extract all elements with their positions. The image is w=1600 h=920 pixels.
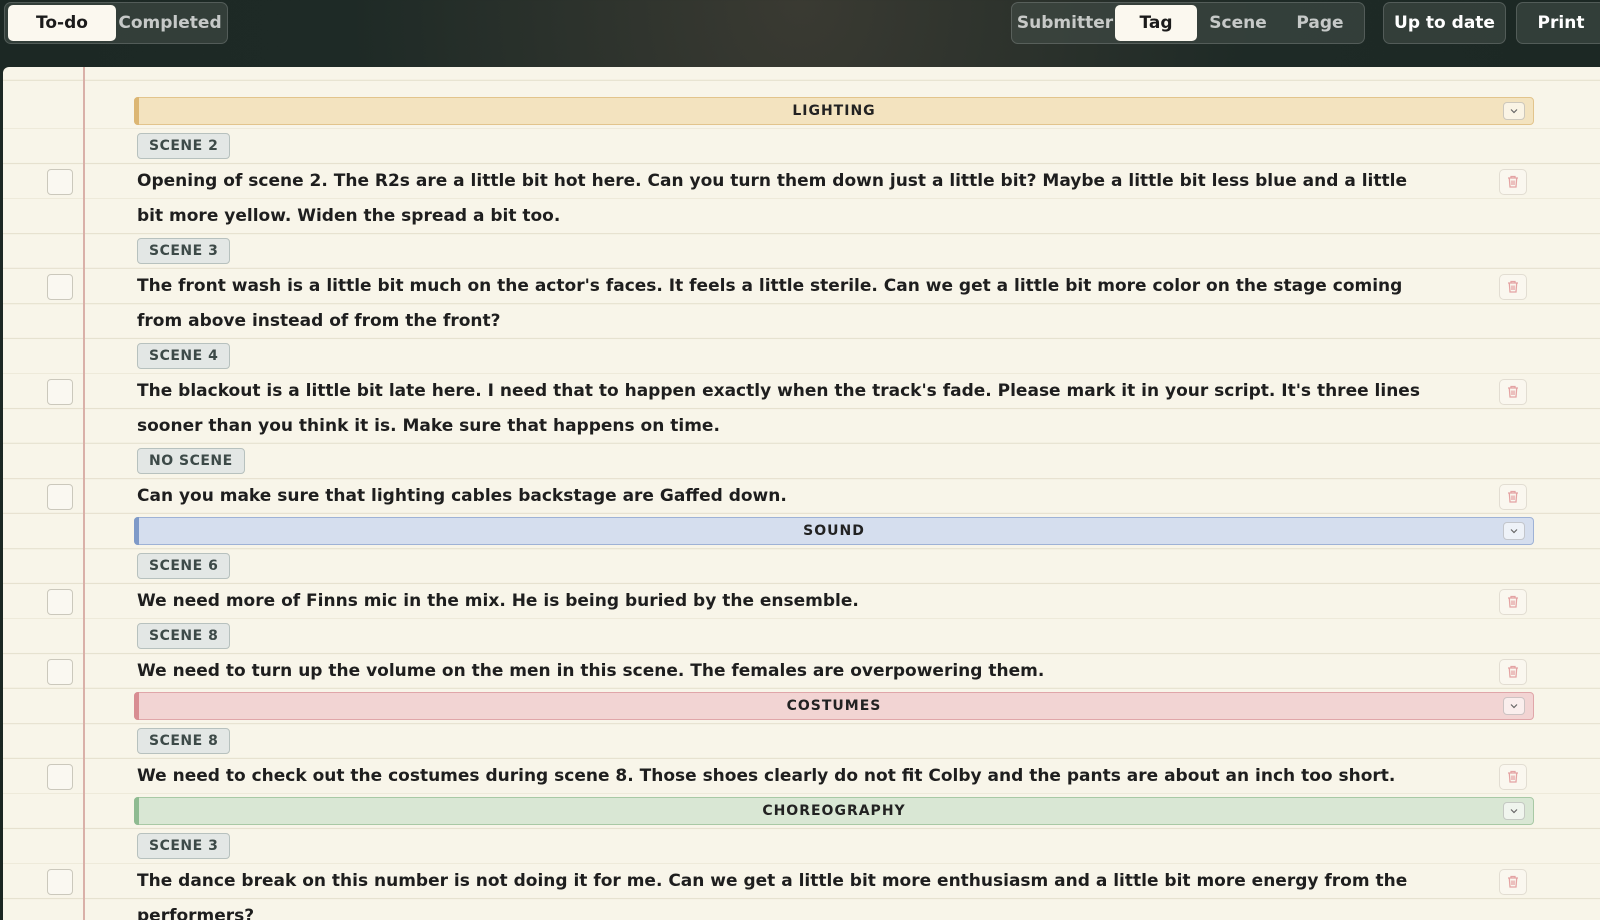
scene-row: SCENE 2 [3, 129, 1600, 164]
tag-row: LIGHTING [3, 94, 1600, 129]
note-row: We need to check out the costumes during… [3, 759, 1600, 794]
note-checkbox[interactable] [47, 869, 73, 895]
trash-icon [1507, 873, 1519, 892]
group-by-page[interactable]: Page [1279, 5, 1361, 41]
tag-label: CHOREOGRAPHY [762, 803, 906, 819]
group-by-segmented-control: Submitter Tag Scene Page [1011, 2, 1365, 44]
note-text: The front wash is a little bit much on t… [137, 276, 1403, 331]
chevron-down-icon[interactable] [1503, 522, 1525, 540]
tag-label: SOUND [803, 523, 865, 539]
trash-icon [1507, 663, 1519, 682]
note-row: The front wash is a little bit much on t… [3, 269, 1600, 339]
note-row: Can you make sure that lighting cables b… [3, 479, 1600, 514]
notes-list: LIGHTING SCENE 2 Opening of scene 2. The R… [3, 94, 1600, 920]
scene-badge: SCENE 3 [137, 833, 231, 859]
note-row: We need to turn up the volume on the men… [3, 654, 1600, 689]
scene-badge: SCENE 8 [137, 728, 231, 754]
toolbar: To-do Completed Submitter Tag Scene Page… [0, 0, 1600, 64]
chevron-down-icon[interactable] [1503, 102, 1525, 120]
scene-row: SCENE 8 [3, 619, 1600, 654]
delete-button[interactable] [1499, 484, 1527, 510]
tab-todo[interactable]: To-do [8, 5, 116, 41]
tag-label: LIGHTING [792, 103, 876, 119]
note-row: The blackout is a little bit late here. … [3, 374, 1600, 444]
note-text: Opening of scene 2. The R2s are a little… [137, 171, 1407, 226]
note-checkbox[interactable] [47, 764, 73, 790]
print-button[interactable]: Print [1516, 2, 1600, 44]
note-checkbox[interactable] [47, 659, 73, 685]
note-text: We need more of Finns mic in the mix. He… [137, 591, 859, 611]
scene-row: SCENE 4 [3, 339, 1600, 374]
chevron-down-icon[interactable] [1503, 802, 1525, 820]
tag-header[interactable]: CHOREOGRAPHY [134, 797, 1534, 825]
note-row: The dance break on this number is not do… [3, 864, 1600, 920]
delete-button[interactable] [1499, 274, 1527, 300]
scene-badge: SCENE 8 [137, 623, 231, 649]
tag-row: SOUND [3, 514, 1600, 549]
scene-row: SCENE 3 [3, 234, 1600, 269]
note-checkbox[interactable] [47, 379, 73, 405]
note-checkbox[interactable] [47, 169, 73, 195]
scene-row: SCENE 6 [3, 549, 1600, 584]
group-by-tag[interactable]: Tag [1115, 5, 1197, 41]
tag-row: COSTUMES [3, 689, 1600, 724]
note-text: The blackout is a little bit late here. … [137, 381, 1420, 436]
scene-row: NO SCENE [3, 444, 1600, 479]
note-text: Can you make sure that lighting cables b… [137, 486, 787, 506]
delete-button[interactable] [1499, 589, 1527, 615]
scene-row: SCENE 3 [3, 829, 1600, 864]
scene-badge: SCENE 3 [137, 238, 231, 264]
scene-badge: SCENE 6 [137, 553, 231, 579]
note-text: We need to check out the costumes during… [137, 766, 1396, 786]
delete-button[interactable] [1499, 659, 1527, 685]
note-text: The dance break on this number is not do… [137, 871, 1408, 920]
delete-button[interactable] [1499, 169, 1527, 195]
note-text: We need to turn up the volume on the men… [137, 661, 1045, 681]
note-row: Opening of scene 2. The R2s are a little… [3, 164, 1600, 234]
delete-button[interactable] [1499, 379, 1527, 405]
chevron-down-icon[interactable] [1503, 697, 1525, 715]
trash-icon [1507, 768, 1519, 787]
trash-icon [1507, 488, 1519, 507]
delete-button[interactable] [1499, 764, 1527, 790]
trash-icon [1507, 173, 1519, 192]
scene-row: SCENE 8 [3, 724, 1600, 759]
trash-icon [1507, 278, 1519, 297]
note-checkbox[interactable] [47, 484, 73, 510]
note-checkbox[interactable] [47, 274, 73, 300]
delete-button[interactable] [1499, 869, 1527, 895]
tab-completed[interactable]: Completed [116, 5, 224, 41]
tag-header[interactable]: SOUND [134, 517, 1534, 545]
tag-header[interactable]: LIGHTING [134, 97, 1534, 125]
scene-badge: SCENE 4 [137, 343, 231, 369]
up-to-date-button[interactable]: Up to date [1383, 2, 1506, 44]
scene-badge: SCENE 2 [137, 133, 231, 159]
group-by-scene[interactable]: Scene [1197, 5, 1279, 41]
tag-row: CHOREOGRAPHY [3, 794, 1600, 829]
tag-header[interactable]: COSTUMES [134, 692, 1534, 720]
trash-icon [1507, 593, 1519, 612]
notes-sheet: LIGHTING SCENE 2 Opening of scene 2. The R… [3, 67, 1600, 920]
tag-label: COSTUMES [786, 698, 882, 714]
note-row: We need more of Finns mic in the mix. He… [3, 584, 1600, 619]
group-by-submitter[interactable]: Submitter [1015, 5, 1115, 41]
view-segmented-control: To-do Completed [4, 2, 228, 44]
note-checkbox[interactable] [47, 589, 73, 615]
trash-icon [1507, 383, 1519, 402]
scene-badge: NO SCENE [137, 448, 245, 474]
